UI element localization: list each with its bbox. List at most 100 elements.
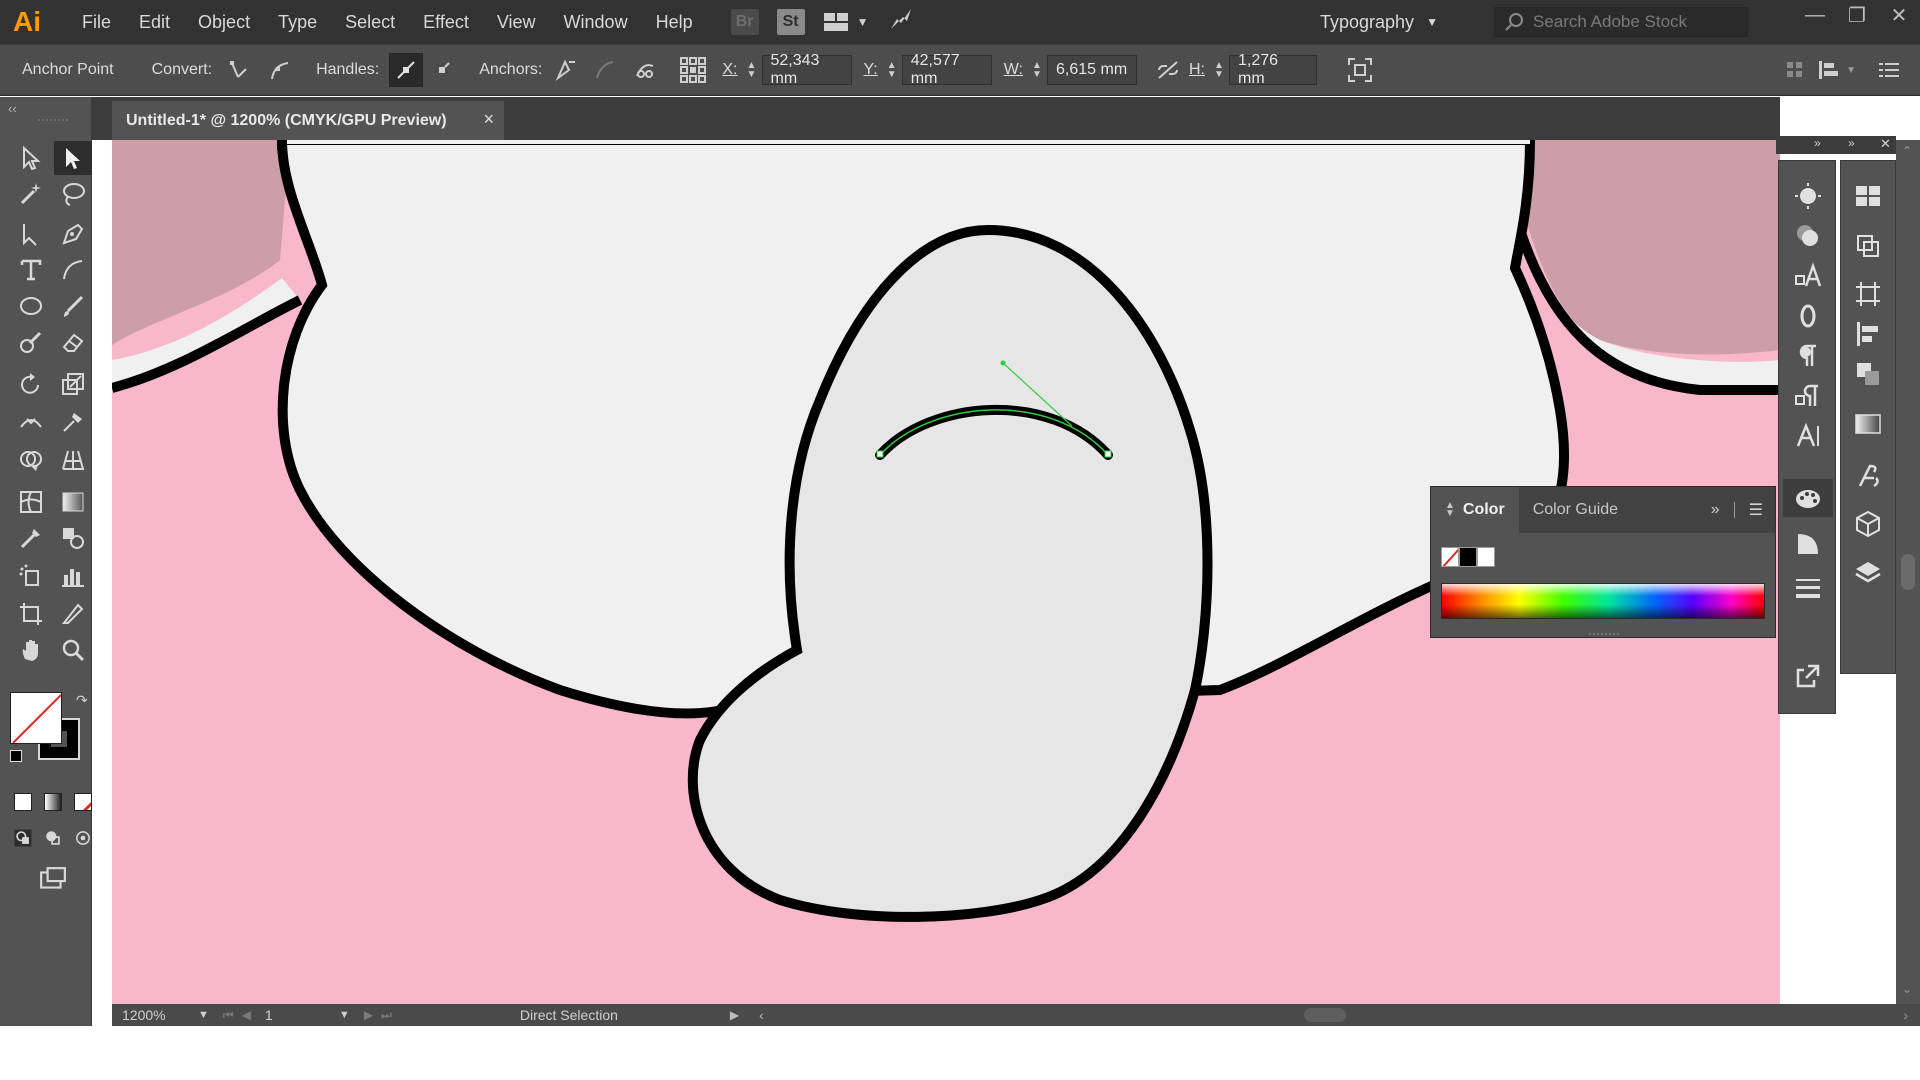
document-tab[interactable]: Untitled-1* @ 1200% (CMYK/GPU Preview) × xyxy=(112,101,504,140)
menu-effect[interactable]: Effect xyxy=(409,0,483,44)
shape-builder-tool-icon[interactable] xyxy=(12,443,50,477)
scroll-left-icon[interactable]: ‹ xyxy=(759,1007,764,1023)
slice-tool-icon[interactable] xyxy=(54,597,92,631)
gpu-performance-icon[interactable] xyxy=(887,7,915,38)
screen-mode-icon[interactable] xyxy=(34,863,72,897)
fill-stroke-widget[interactable]: ↷ xyxy=(10,692,90,766)
control-bar-menu-icon[interactable] xyxy=(1872,53,1906,87)
collapse-panel-icon[interactable]: » xyxy=(1711,501,1720,519)
libraries-icon[interactable] xyxy=(1853,509,1883,539)
menu-file[interactable]: File xyxy=(68,0,125,44)
ellipse-tool-icon[interactable] xyxy=(12,289,50,323)
horizontal-scrollbar-thumb[interactable] xyxy=(1304,1008,1346,1022)
first-prev-artboard-icon[interactable]: ⏮◀ xyxy=(223,1008,259,1023)
menu-object[interactable]: Object xyxy=(184,0,264,44)
width-tool-icon[interactable] xyxy=(12,405,50,439)
hand-tool-icon[interactable] xyxy=(12,633,50,667)
menu-view[interactable]: View xyxy=(483,0,550,44)
menu-edit[interactable]: Edit xyxy=(125,0,184,44)
black-swatch[interactable] xyxy=(1459,547,1477,567)
artboard-dropdown-icon[interactable]: ▼ xyxy=(339,1009,350,1021)
reference-point-icon[interactable] xyxy=(676,53,710,87)
hide-handles-icon[interactable] xyxy=(425,53,459,87)
anchor-point-right[interactable] xyxy=(1104,450,1112,458)
zoom-dropdown-icon[interactable]: ▼ xyxy=(198,1009,209,1021)
opentype-icon[interactable] xyxy=(1853,461,1883,491)
magic-wand-tool-icon[interactable] xyxy=(12,177,50,211)
paragraph-styles-icon[interactable] xyxy=(1793,381,1823,411)
blend-tool-icon[interactable] xyxy=(54,521,92,555)
tab-color-guide[interactable]: Color Guide xyxy=(1519,487,1632,533)
anchor-point-left[interactable] xyxy=(876,450,884,458)
white-swatch[interactable] xyxy=(1477,547,1495,567)
w-stepper[interactable]: ▲ ▼ xyxy=(1031,55,1043,85)
fill-swatch[interactable] xyxy=(10,692,62,744)
type-tool-icon[interactable] xyxy=(12,253,50,287)
swatches-icon[interactable] xyxy=(1853,181,1883,211)
convert-to-corner-icon[interactable] xyxy=(222,53,256,87)
curvature-tool-icon[interactable] xyxy=(54,253,92,287)
draw-normal-icon[interactable] xyxy=(8,821,38,855)
graphic-styles-icon[interactable] xyxy=(1793,221,1823,251)
status-menu-arrow-icon[interactable]: ▶ xyxy=(730,1008,739,1022)
vertical-scrollbar[interactable]: ⌃ ⌄ xyxy=(1896,140,1920,1004)
appearance-icon[interactable] xyxy=(1793,181,1823,211)
w-field[interactable]: 6,615 mm xyxy=(1047,55,1137,85)
constrain-proportions-icon[interactable] xyxy=(1151,53,1185,87)
color-panel-icon[interactable] xyxy=(1783,479,1833,517)
character-icon[interactable] xyxy=(1793,421,1823,451)
x-field[interactable]: 52,343 mm xyxy=(761,52,852,87)
isolate-icon[interactable] xyxy=(1343,53,1377,87)
pathfinder-icon[interactable] xyxy=(1853,359,1883,389)
puppet-warp-tool-icon[interactable] xyxy=(54,405,92,439)
color-guide-icon[interactable] xyxy=(1793,529,1823,559)
gradient-mode-icon[interactable] xyxy=(38,785,68,819)
glyphs-icon[interactable] xyxy=(1793,301,1823,331)
scroll-right-icon[interactable]: › xyxy=(1903,1007,1908,1023)
close-document-icon[interactable]: × xyxy=(483,109,494,130)
minimize-icon[interactable]: — xyxy=(1794,0,1836,30)
transform-icon[interactable] xyxy=(1812,53,1846,87)
export-icon[interactable] xyxy=(1793,661,1823,691)
rotate-tool-icon[interactable] xyxy=(12,367,50,401)
gradient-panel-icon[interactable] xyxy=(1853,409,1883,439)
expand-dock-icon[interactable]: » xyxy=(1814,136,1821,150)
toggle-options-icon[interactable]: ▲ ▼ xyxy=(1445,501,1455,519)
perspective-grid-tool-icon[interactable] xyxy=(54,443,92,477)
artboard-number[interactable]: 1 xyxy=(265,1007,325,1023)
close-icon[interactable]: ✕ xyxy=(1878,0,1920,30)
scroll-down-icon[interactable]: ⌄ xyxy=(1902,982,1912,996)
swap-fill-stroke-icon[interactable]: ↷ xyxy=(76,692,88,709)
remove-anchor-icon[interactable] xyxy=(548,53,582,87)
workspace-switcher[interactable]: Typography ▼ xyxy=(1320,0,1438,44)
selection-tool-icon[interactable] xyxy=(12,141,50,175)
x-stepper[interactable]: ▲ ▼ xyxy=(746,55,758,85)
right-ear-shape[interactable] xyxy=(1510,140,1780,355)
draw-behind-icon[interactable] xyxy=(38,821,68,855)
y-field[interactable]: 42,577 mm xyxy=(901,52,992,87)
panel-menu-icon[interactable]: ☰ xyxy=(1749,500,1763,520)
direct-selection-tool-icon[interactable] xyxy=(54,141,92,175)
lasso-tool-icon[interactable] xyxy=(54,177,92,211)
transform-panel-icon[interactable] xyxy=(1853,231,1883,261)
bezier-handle-point[interactable] xyxy=(1000,360,1006,366)
restore-icon[interactable]: ❐ xyxy=(1836,0,1878,30)
scroll-up-icon[interactable]: ⌃ xyxy=(1902,144,1912,158)
stroke-icon[interactable] xyxy=(1793,573,1823,603)
cut-path-icon[interactable] xyxy=(628,53,662,87)
scrollbar-thumb[interactable] xyxy=(1901,554,1915,590)
menu-help[interactable]: Help xyxy=(642,0,707,44)
status-mode[interactable]: Direct Selection xyxy=(520,1007,730,1023)
close-dock-icon[interactable]: ✕ xyxy=(1880,136,1891,152)
pen-tool-icon[interactable] xyxy=(54,217,92,251)
layers-icon[interactable] xyxy=(1853,557,1883,587)
symbol-sprayer-tool-icon[interactable] xyxy=(12,559,50,593)
h-stepper[interactable]: ▲ ▼ xyxy=(1213,55,1225,85)
default-fill-stroke-icon[interactable] xyxy=(10,750,22,762)
chevron-down-icon[interactable]: ▼ xyxy=(1846,65,1856,76)
show-handles-icon[interactable] xyxy=(389,53,424,87)
paintbrush-tool-icon[interactable] xyxy=(54,289,92,323)
bridge-button[interactable]: Br xyxy=(730,9,759,35)
panel-resize-grip[interactable] xyxy=(1589,633,1619,635)
draw-inside-icon[interactable] xyxy=(68,821,98,855)
